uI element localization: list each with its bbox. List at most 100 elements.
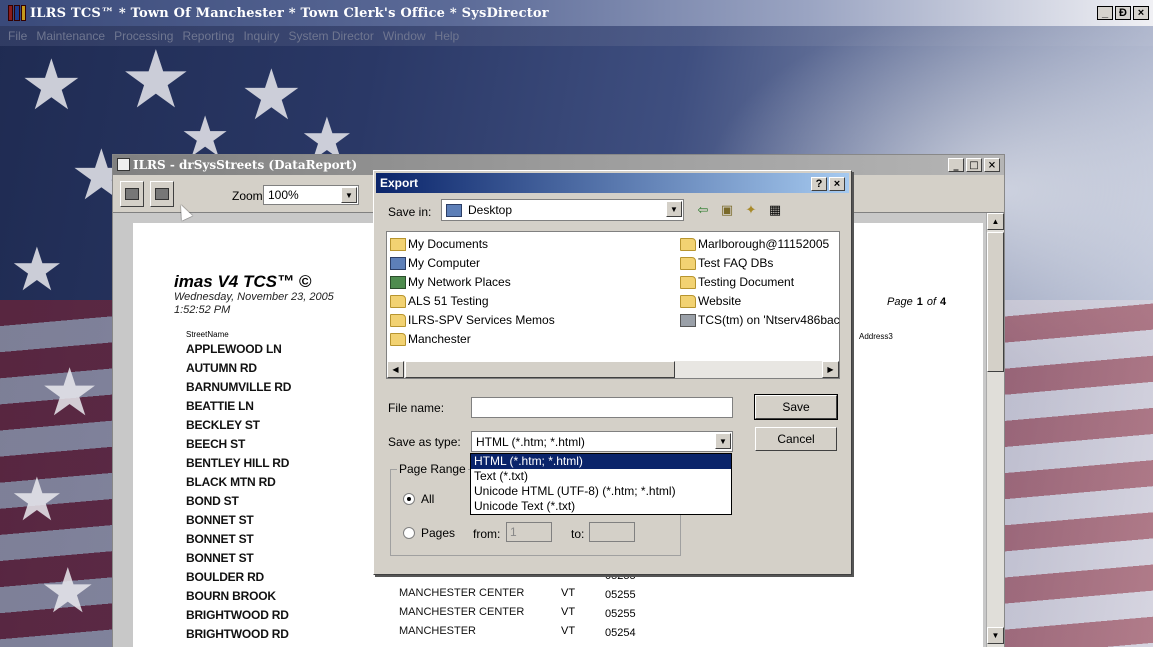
list-item[interactable]: Marlborough@11152005 bbox=[680, 235, 829, 253]
scroll-thumb[interactable] bbox=[987, 232, 1004, 372]
network-places-icon bbox=[390, 275, 406, 289]
star-decoration: ★ bbox=[10, 235, 64, 305]
chevron-down-icon[interactable]: ▼ bbox=[341, 187, 357, 203]
report-window-title: ILRS - drSysStreets (DataReport) bbox=[133, 158, 358, 172]
menu-reporting[interactable]: Reporting bbox=[182, 29, 234, 43]
pages-radio[interactable]: Pages bbox=[403, 526, 455, 540]
list-item-label: Website bbox=[698, 294, 742, 308]
state-cell: VT bbox=[561, 606, 576, 618]
to-page-input[interactable] bbox=[589, 522, 635, 542]
folder-icon bbox=[680, 256, 696, 270]
zip-cell: 05255 bbox=[605, 589, 636, 601]
list-item[interactable]: My Documents bbox=[390, 235, 488, 253]
new-folder-icon[interactable]: ✦ bbox=[742, 201, 760, 219]
save-as-type-label: Save as type: bbox=[388, 435, 461, 449]
from-page-input[interactable]: 1 bbox=[506, 522, 552, 542]
zip-cell: 05255 bbox=[605, 608, 636, 620]
report-minimize-button[interactable]: _ bbox=[948, 158, 964, 172]
menu-maintenance[interactable]: Maintenance bbox=[36, 29, 105, 43]
dropdown-option[interactable]: HTML (*.htm; *.html) bbox=[471, 454, 731, 469]
back-arrow-icon[interactable]: ⇦ bbox=[694, 201, 712, 219]
file-list-horizontal-scrollbar[interactable]: ◀ ▶ bbox=[387, 361, 839, 378]
desktop-icon bbox=[446, 203, 462, 217]
dialog-close-button[interactable]: × bbox=[829, 177, 845, 191]
menu-processing[interactable]: Processing bbox=[114, 29, 173, 43]
report-time: 1:52:52 PM bbox=[174, 304, 231, 316]
export-dialog-title: Export bbox=[380, 176, 419, 190]
list-item[interactable]: Test FAQ DBs bbox=[680, 254, 773, 272]
from-label: from: bbox=[473, 527, 501, 541]
file-list[interactable]: My Documents My Computer My Network Plac… bbox=[386, 231, 840, 379]
file-name-input[interactable] bbox=[471, 397, 733, 418]
radio-empty-icon bbox=[403, 527, 415, 539]
save-button[interactable]: Save bbox=[754, 394, 838, 420]
menu-system-director[interactable]: System Director bbox=[289, 29, 374, 43]
street-row: BOULDER RD bbox=[186, 570, 264, 584]
page-label: Page bbox=[887, 296, 913, 308]
street-row: BECKLEY ST bbox=[186, 418, 260, 432]
scroll-left-icon[interactable]: ◀ bbox=[387, 361, 404, 378]
scroll-down-icon[interactable]: ▼ bbox=[987, 627, 1004, 644]
export-button[interactable] bbox=[150, 181, 174, 207]
chevron-down-icon[interactable]: ▼ bbox=[666, 201, 682, 217]
column-header-street: StreetName bbox=[186, 330, 229, 339]
menu-file[interactable]: File bbox=[8, 29, 27, 43]
up-folder-icon[interactable]: ▣ bbox=[718, 201, 736, 219]
street-row: BONNET ST bbox=[186, 532, 254, 546]
app-close-button[interactable]: × bbox=[1133, 6, 1149, 20]
state-cell: VT bbox=[561, 587, 576, 599]
folder-icon bbox=[390, 313, 406, 327]
cancel-button[interactable]: Cancel bbox=[755, 427, 837, 451]
scroll-thumb[interactable] bbox=[405, 361, 675, 378]
scroll-up-icon[interactable]: ▲ bbox=[987, 213, 1004, 230]
list-item[interactable]: My Computer bbox=[390, 254, 480, 272]
list-item[interactable]: Website bbox=[680, 292, 741, 310]
list-item[interactable]: ILRS-SPV Services Memos bbox=[390, 311, 555, 329]
menu-help[interactable]: Help bbox=[435, 29, 460, 43]
list-item[interactable]: Testing Document bbox=[680, 273, 794, 291]
menu-inquiry[interactable]: Inquiry bbox=[243, 29, 279, 43]
all-pages-label: All bbox=[421, 492, 435, 506]
street-row: BARNUMVILLE RD bbox=[186, 380, 292, 394]
folder-icon bbox=[680, 275, 696, 289]
star-decoration: ★ bbox=[240, 54, 303, 136]
report-close-button[interactable]: × bbox=[984, 158, 1000, 172]
print-button[interactable] bbox=[120, 181, 144, 207]
city-cell: MANCHESTER CENTER bbox=[399, 587, 525, 599]
list-item-label: My Computer bbox=[408, 256, 481, 270]
zoom-select[interactable]: 100% ▼ bbox=[263, 185, 359, 205]
dropdown-option[interactable]: Unicode HTML (UTF-8) (*.htm; *.html) bbox=[471, 484, 731, 499]
list-item-label: Marlborough@11152005 bbox=[698, 237, 830, 251]
zip-cell: 05254 bbox=[605, 627, 636, 639]
list-item[interactable]: Manchester bbox=[390, 330, 471, 348]
scroll-right-icon[interactable]: ▶ bbox=[822, 361, 839, 378]
app-restore-button[interactable]: Ɖ bbox=[1115, 6, 1131, 20]
street-row: BOURN BROOK bbox=[186, 589, 276, 603]
save-in-combo[interactable]: Desktop ▼ bbox=[441, 199, 684, 221]
star-decoration: ★ bbox=[40, 554, 96, 627]
dropdown-option[interactable]: Unicode Text (*.txt) bbox=[471, 499, 731, 514]
menu-bar: File Maintenance Processing Reporting In… bbox=[0, 26, 1153, 46]
street-row: BENTLEY HILL RD bbox=[186, 456, 290, 470]
report-page-indicator: Page 1 of 4 bbox=[887, 296, 950, 308]
all-pages-radio[interactable]: All bbox=[403, 492, 434, 506]
printer-icon bbox=[125, 188, 139, 200]
dropdown-option[interactable]: Text (*.txt) bbox=[471, 469, 731, 484]
page-current: 1 bbox=[916, 296, 923, 308]
pages-label: Pages bbox=[421, 526, 456, 540]
list-item[interactable]: My Network Places bbox=[390, 273, 511, 291]
save-as-type-select[interactable]: HTML (*.htm; *.html) ▼ bbox=[471, 431, 733, 452]
list-item[interactable]: TCS(tm) on 'Ntserv486bac bbox=[680, 311, 840, 329]
list-item[interactable]: ALS 51 Testing bbox=[390, 292, 489, 310]
report-vertical-scrollbar[interactable]: ▲ ▼ bbox=[986, 213, 1004, 647]
star-decoration: ★ bbox=[40, 354, 100, 431]
app-minimize-button[interactable]: _ bbox=[1097, 6, 1113, 20]
city-cell: MANCHESTER bbox=[399, 625, 477, 637]
chevron-down-icon[interactable]: ▼ bbox=[715, 433, 731, 449]
view-menu-icon[interactable]: ▦ bbox=[766, 201, 784, 219]
menu-window[interactable]: Window bbox=[383, 29, 426, 43]
help-button[interactable]: ? bbox=[811, 177, 827, 191]
network-drive-icon bbox=[680, 313, 696, 327]
report-maximize-button[interactable]: □ bbox=[966, 158, 982, 172]
my-documents-icon bbox=[390, 237, 406, 251]
